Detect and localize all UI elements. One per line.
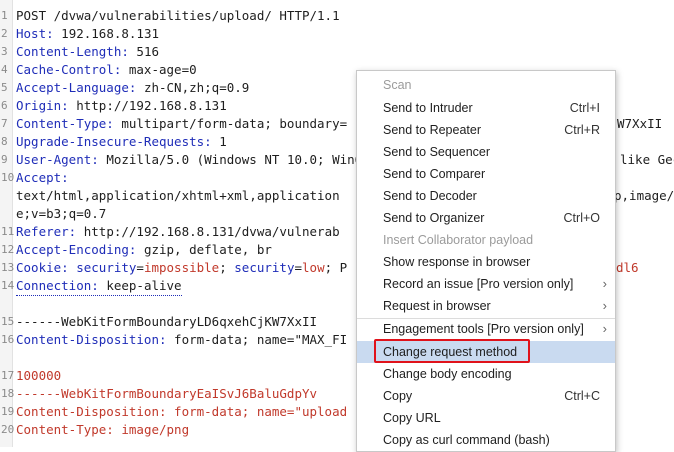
line-number: 16 (1, 333, 15, 346)
header-value: text/html,application/xhtml+xml,applicat… (16, 188, 340, 203)
line-number: 2 (1, 27, 8, 40)
line-number: 1 (1, 9, 8, 22)
menu-item-send-to-intruder[interactable]: Send to Intruder Ctrl+I (357, 97, 615, 119)
menu-item-copy-as-curl[interactable]: Copy as curl command (bash) (357, 429, 615, 451)
header-key: Cookie: (16, 260, 69, 275)
header-key: Accept-Encoding: (16, 242, 137, 257)
header-key: Accept: (16, 170, 69, 185)
chevron-right-icon: › (602, 298, 607, 313)
cookie-sep: ; (219, 260, 235, 275)
cookie-overflow: dl6 (616, 259, 639, 277)
shortcut-label: Ctrl+C (564, 389, 600, 403)
menu-item-send-to-repeater[interactable]: Send to Repeater Ctrl+R (357, 119, 615, 141)
header-key: Cache-Control: (16, 62, 122, 77)
header-key: Origin: (16, 98, 69, 113)
header-key: Content-Length: (16, 44, 129, 59)
line-number: 15 (1, 315, 15, 328)
line-number: 10 (1, 171, 15, 184)
line-number: 14 (1, 279, 15, 292)
cookie-value: impossible (143, 260, 220, 275)
header-value: image/png (113, 422, 190, 437)
header-value-tail: like Gec (620, 152, 674, 167)
header-value-tail: p,image/a (614, 188, 674, 203)
cookie-name: security (234, 260, 295, 275)
menu-item-record-issue[interactable]: Record an issue [Pro version only] › (357, 273, 615, 295)
menu-item-scan: Scan (383, 78, 412, 92)
menu-item-engagement-tools[interactable]: Engagement tools [Pro version only] › (357, 318, 615, 340)
line-number: 4 (1, 63, 8, 76)
menu-item-send-to-sequencer[interactable]: Send to Sequencer (357, 141, 615, 163)
menu-item-show-response[interactable]: Show response in browser (357, 251, 615, 273)
menu-item-send-to-decoder[interactable]: Send to Decoder (357, 185, 615, 207)
accept-overflow: p,image/a (614, 187, 674, 205)
chevron-right-icon: › (602, 276, 607, 291)
cookie-value: low (302, 260, 325, 275)
header-value: http://192.168.8.131/dvwa/vulnerab (76, 224, 340, 239)
chevron-right-icon: › (602, 321, 607, 336)
menu-item-change-request-method[interactable]: Change request method (357, 339, 615, 363)
line-number: 12 (1, 243, 15, 256)
line-number: 11 (1, 225, 15, 238)
line-number: 8 (1, 135, 8, 148)
header-value: max-age=0 (121, 62, 197, 77)
header-value: 192.168.8.131 (53, 26, 159, 41)
line-number: 17 (1, 369, 15, 382)
line-number: 20 (1, 423, 15, 436)
menu-item-change-body-encoding[interactable]: Change body encoding (357, 363, 615, 385)
header-value: 1 (211, 134, 227, 149)
line-number: 13 (1, 261, 15, 274)
boundary-text: ------WebKitFormBoundaryLD6qxehCjKW7XxII (16, 314, 318, 329)
cookie-sep: ; P (324, 260, 348, 275)
header-value: gzip, deflate, br (136, 242, 272, 257)
header-key: Content-Type: (16, 116, 114, 131)
menu-item-copy-url[interactable]: Copy URL (357, 407, 615, 429)
user-agent-overflow: like Gec (620, 151, 674, 169)
shortcut-label: Ctrl+O (563, 211, 600, 225)
line-number: 5 (1, 81, 8, 94)
header-key: Content-Disposition: (16, 404, 167, 419)
header-value: form-data; name="MAX_FI (166, 332, 348, 347)
header-value-tail: W7XxII (617, 116, 663, 131)
line-number: 6 (1, 99, 8, 112)
header-value: multipart/form-data; boundary= (113, 116, 348, 131)
body-value: 100000 (16, 368, 62, 383)
boundary-text: ------WebKitFormBoundaryEaISvJ6BaluGdpYv (16, 386, 318, 401)
line-number: 3 (1, 45, 8, 58)
menu-item-send-to-organizer[interactable]: Send to Organizer Ctrl+O (357, 207, 615, 229)
header-value: e;v=b3;q=0.7 (16, 206, 107, 221)
shortcut-label: Ctrl+R (564, 123, 600, 137)
header-key: Upgrade-Insecure-Requests: (16, 134, 212, 149)
header-key: Referer: (16, 224, 77, 239)
header-value: zh-CN,zh;q=0.9 (136, 80, 250, 95)
context-menu: Scan Send to Intruder Ctrl+I Send to Repe… (356, 70, 616, 452)
header-value: keep-alive (98, 278, 182, 293)
request-line-text: POST /dvwa/vulnerabilities/upload/ HTTP/… (16, 8, 340, 23)
line-number: 7 (1, 117, 8, 130)
content-type-overflow: W7XxII (617, 115, 662, 133)
cookie-value-tail: dl6 (616, 260, 639, 275)
header-key: Host: (16, 26, 54, 41)
header-value: 516 (128, 44, 159, 59)
cookie-name: security (68, 260, 137, 275)
line-number: 18 (1, 387, 15, 400)
menu-item-send-to-comparer[interactable]: Send to Comparer (357, 163, 615, 185)
header-key: Connection: (16, 278, 99, 293)
header-key: Content-Disposition: (16, 332, 167, 347)
menu-item-request-in-browser[interactable]: Request in browser › (357, 295, 615, 317)
header-value: http://192.168.8.131 (68, 98, 227, 113)
shortcut-label: Ctrl+I (569, 101, 600, 115)
cookie-eq: = (294, 260, 303, 275)
header-key: User-Agent: (16, 152, 99, 167)
header-key: Content-Type: (16, 422, 114, 437)
header-key: Accept-Language: (16, 80, 137, 95)
menu-item-copy[interactable]: Copy Ctrl+C (357, 385, 615, 407)
line-number: 9 (1, 153, 8, 166)
menu-item-insert-collaborator: Insert Collaborator payload (383, 233, 534, 247)
header-value: form-data; name="upload (166, 404, 348, 419)
header-value: Mozilla/5.0 (Windows NT 10.0; Win6 (98, 152, 363, 167)
cookie-eq: = (136, 260, 144, 275)
line-number: 19 (1, 405, 15, 418)
